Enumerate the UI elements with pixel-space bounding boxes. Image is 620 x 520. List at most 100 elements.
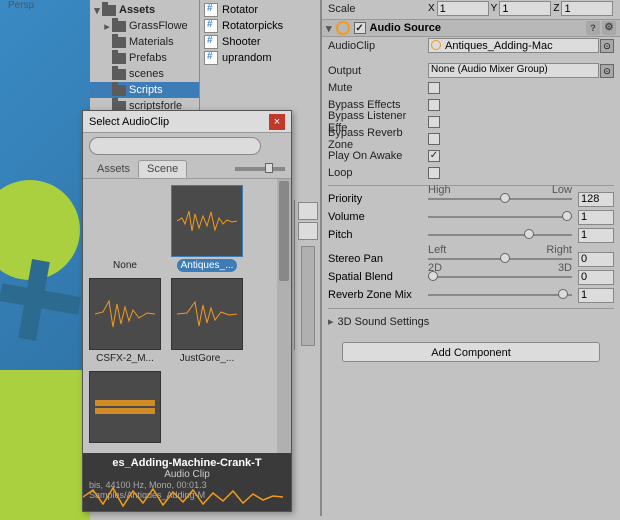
pitch-slider[interactable] (428, 228, 572, 242)
panel-edge (294, 200, 320, 350)
priority-value[interactable] (578, 192, 614, 207)
picker-footer: es_Adding-Machine-Crank-T Audio Clip bis… (83, 453, 291, 511)
object-picker-button[interactable]: ⊙ (600, 39, 614, 53)
mute-checkbox[interactable] (428, 82, 440, 94)
output-field[interactable]: None (Audio Mixer Group) (428, 63, 599, 78)
collapse-triangle-icon[interactable]: ▾ (326, 22, 332, 35)
script-asset[interactable]: uprandom (200, 50, 320, 66)
folder-icon (112, 53, 126, 64)
divider (328, 308, 614, 309)
scene-viewport[interactable]: Persp (0, 0, 90, 516)
audio-source-header[interactable]: ▾ Audio Source ? ⚙ (322, 19, 620, 37)
project-tree[interactable]: ▾ Assets ▸GrassFlowe Materials Prefabs s… (90, 0, 200, 110)
priority-slider-row: Priority HighLow (322, 190, 620, 208)
spatial-blend-value[interactable] (578, 270, 614, 285)
bypass-reverb-checkbox[interactable] (428, 133, 440, 145)
volume-slider[interactable] (428, 210, 572, 224)
scale-y-field[interactable] (499, 1, 551, 16)
audioclip-field[interactable]: Antiques_Adding-Mac (428, 38, 599, 53)
output-row: Output None (Audio Mixer Group) ⊙ (322, 62, 620, 79)
close-icon[interactable]: × (269, 114, 285, 130)
component-title: Audio Source (370, 22, 442, 34)
tree-item[interactable]: Materials (90, 34, 199, 50)
inspector-panel: Scale X Y Z ▾ Audio Source ? ⚙ AudioClip… (320, 0, 620, 516)
footer-waveform-icon (83, 485, 283, 509)
audio-thumbnail (171, 278, 243, 350)
picker-item[interactable] (89, 371, 161, 447)
expand-triangle-icon[interactable]: ▸ (328, 315, 334, 328)
selected-clip-name: es_Adding-Machine-Crank-T (89, 457, 285, 469)
picker-tabs: Assets Scene (83, 159, 291, 179)
csharp-script-icon (204, 35, 218, 49)
priority-slider[interactable]: HighLow (428, 192, 572, 206)
folder-icon (112, 85, 126, 96)
picker-item-antiques[interactable]: Antiques_... (171, 185, 243, 272)
loop-checkbox[interactable] (428, 167, 440, 179)
scene-ground (0, 370, 90, 520)
folder-icon (112, 69, 126, 80)
audio-thumbnail (89, 278, 161, 350)
bypass-listener-checkbox[interactable] (428, 116, 440, 128)
transform-scale-row: Scale X Y Z (322, 0, 620, 17)
component-enable-checkbox[interactable] (354, 22, 366, 34)
gear-icon[interactable]: ⚙ (602, 21, 616, 35)
tree-item[interactable]: ▸GrassFlowe (90, 18, 199, 34)
selected-clip-type: Audio Clip (89, 469, 285, 480)
picker-item-justgore[interactable]: JustGore_... (171, 278, 243, 365)
object-picker-button[interactable]: ⊙ (600, 64, 614, 78)
scale-x-field[interactable] (437, 1, 489, 16)
scale-label: Scale (328, 3, 428, 15)
bypass-effects-checkbox[interactable] (428, 99, 440, 111)
3d-sound-settings-header[interactable]: ▸3D Sound Settings (322, 313, 620, 330)
search-input[interactable] (89, 137, 261, 155)
toolbar-icon[interactable] (298, 222, 318, 240)
scale-z-field[interactable] (561, 1, 613, 16)
folder-icon (112, 37, 126, 48)
audio-clip-icon (431, 40, 443, 52)
pitch-value[interactable] (578, 228, 614, 243)
play-on-awake-checkbox[interactable] (428, 150, 440, 162)
help-icon[interactable]: ? (586, 21, 600, 35)
tree-item[interactable]: scenes (90, 66, 199, 82)
csharp-script-icon (204, 19, 218, 33)
script-asset[interactable]: Shooter (200, 34, 320, 50)
csharp-script-icon (204, 51, 218, 65)
csharp-script-icon (204, 3, 218, 17)
picker-item-csfx[interactable]: CSFX-2_M... (89, 278, 161, 365)
tree-item-scripts[interactable]: Scripts (90, 82, 199, 98)
folder-icon (112, 21, 126, 32)
toolbar-icon[interactable] (298, 202, 318, 220)
tree-label: Assets (119, 4, 155, 16)
folder-icon (102, 5, 116, 16)
audio-thumbnail (89, 371, 161, 443)
script-asset[interactable]: Rotator (200, 2, 320, 18)
reverb-mix-slider[interactable] (428, 288, 572, 302)
reverb-mix-value[interactable] (578, 288, 614, 303)
tab-scene[interactable]: Scene (138, 160, 187, 178)
picker-item-none[interactable]: None (89, 185, 161, 272)
object-picker-window[interactable]: Select AudioClip × Assets Scene None Ant… (82, 110, 292, 512)
script-asset[interactable]: Rotatorpicks (200, 18, 320, 34)
tab-assets[interactable]: Assets (89, 161, 138, 177)
tree-root-assets[interactable]: ▾ Assets (90, 2, 199, 18)
tree-item[interactable]: Prefabs (90, 50, 199, 66)
none-thumbnail (89, 185, 161, 257)
audio-source-icon (336, 21, 350, 35)
spatial-blend-slider[interactable]: 2D3D (428, 270, 572, 284)
picker-title-text: Select AudioClip (89, 116, 169, 128)
audioclip-row: AudioClip Antiques_Adding-Mac ⊙ (322, 37, 620, 54)
collapse-arrow-icon[interactable]: ▾ (92, 4, 102, 17)
thumbnail-size-slider[interactable] (235, 167, 285, 171)
audio-thumbnail (171, 185, 243, 257)
picker-titlebar[interactable]: Select AudioClip × (83, 111, 291, 133)
picker-scrollbar[interactable] (277, 179, 291, 453)
project-assets-list[interactable]: Rotator Rotatorpicks Shooter uprandom (200, 0, 320, 110)
picker-search-row (83, 133, 291, 159)
volume-value[interactable] (578, 210, 614, 225)
add-component-button[interactable]: Add Component (342, 342, 600, 362)
picker-results-grid[interactable]: None Antiques_... CSFX-2_M... JustGore_.… (83, 179, 291, 453)
stereo-pan-value[interactable] (578, 252, 614, 267)
scrollbar[interactable] (301, 246, 315, 346)
viewport-camera-label: Persp (8, 0, 34, 11)
scene-object-cross (0, 260, 80, 340)
